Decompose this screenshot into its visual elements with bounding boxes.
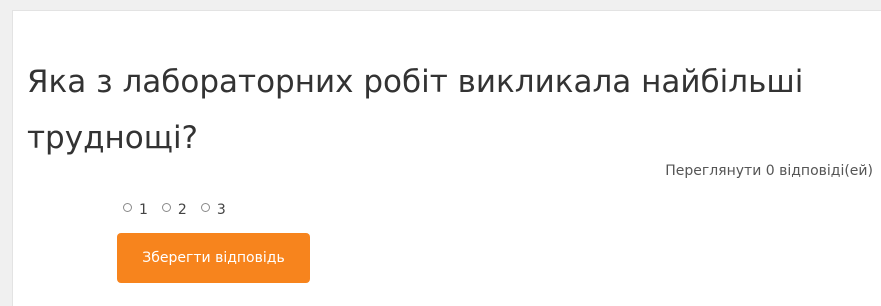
- answer-options: 1 2 3: [123, 199, 240, 219]
- option-1[interactable]: 1: [123, 200, 148, 218]
- option-3[interactable]: 3: [200, 200, 226, 218]
- option-label: 2: [177, 202, 187, 218]
- save-answer-button[interactable]: Зберегти відповідь: [117, 233, 310, 283]
- option-2[interactable]: 2: [161, 200, 187, 218]
- option-label: 3: [216, 202, 226, 218]
- option-label: 1: [139, 202, 148, 218]
- question-title: Яка з лабораторних робіт викликала найбі…: [27, 64, 804, 156]
- radio-button[interactable]: [123, 202, 132, 212]
- radio-button[interactable]: [161, 202, 171, 212]
- radio-button[interactable]: [200, 202, 210, 212]
- view-responses-link[interactable]: Переглянути 0 відповіді(ей): [665, 163, 873, 179]
- choice-activity-card: Яка з лабораторних робіт викликала найбі…: [12, 10, 881, 306]
